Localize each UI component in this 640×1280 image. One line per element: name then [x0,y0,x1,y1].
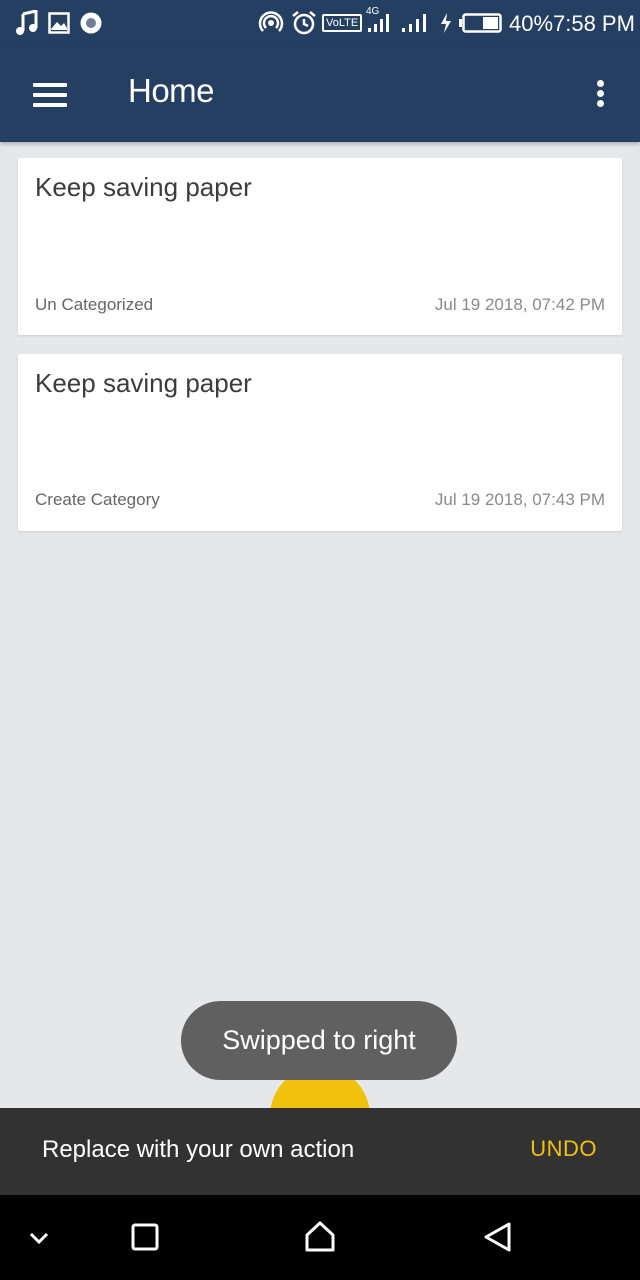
record-icon [79,11,103,40]
app-bar: Home [0,46,640,142]
back-triangle-icon[interactable] [473,1213,523,1263]
music-note-icon [15,9,39,41]
note-date: Jul 19 2018, 07:42 PM [434,295,605,314]
note-date: Jul 19 2018, 07:43 PM [434,490,605,509]
note-card[interactable]: Keep saving paper Create Category Jul 19… [18,354,622,531]
battery-percent: 40% [509,11,554,36]
toast: Swipped to right [181,1001,457,1080]
alarm-icon [291,10,317,41]
signal-icon [402,14,430,39]
note-title: Keep saving paper [35,172,252,202]
snackbar-message: Replace with your own action [42,1136,355,1163]
image-icon [48,12,70,39]
status-bar: VoLTE 4G 40% 7:58 PM [0,0,640,46]
note-category: Create Category [35,490,160,509]
toast-text: Swipped to right [222,1025,416,1055]
home-icon[interactable] [295,1213,345,1263]
hamburger-menu-icon[interactable] [22,70,78,118]
signal-4g-icon [368,14,394,39]
navigation-bar [0,1195,640,1280]
volte-icon: VoLTE [322,14,363,32]
more-vertical-icon[interactable] [580,74,620,114]
page-title: Home [128,72,215,109]
screen: VoLTE 4G 40% 7:58 PM Home Keep saving pa… [0,0,640,1280]
battery-icon [459,13,503,38]
recents-square-icon[interactable] [120,1213,170,1263]
note-title: Keep saving paper [35,368,252,398]
undo-button[interactable]: UNDO [530,1136,597,1162]
clock: 7:58 PM [553,11,635,36]
chevron-down-icon[interactable] [14,1213,64,1263]
snackbar: Replace with your own action UNDO [0,1108,640,1195]
note-card[interactable]: Keep saving paper Un Categorized Jul 19 … [18,158,622,335]
hotspot-icon [258,11,284,40]
charging-icon [439,13,453,38]
note-category: Un Categorized [35,295,154,314]
